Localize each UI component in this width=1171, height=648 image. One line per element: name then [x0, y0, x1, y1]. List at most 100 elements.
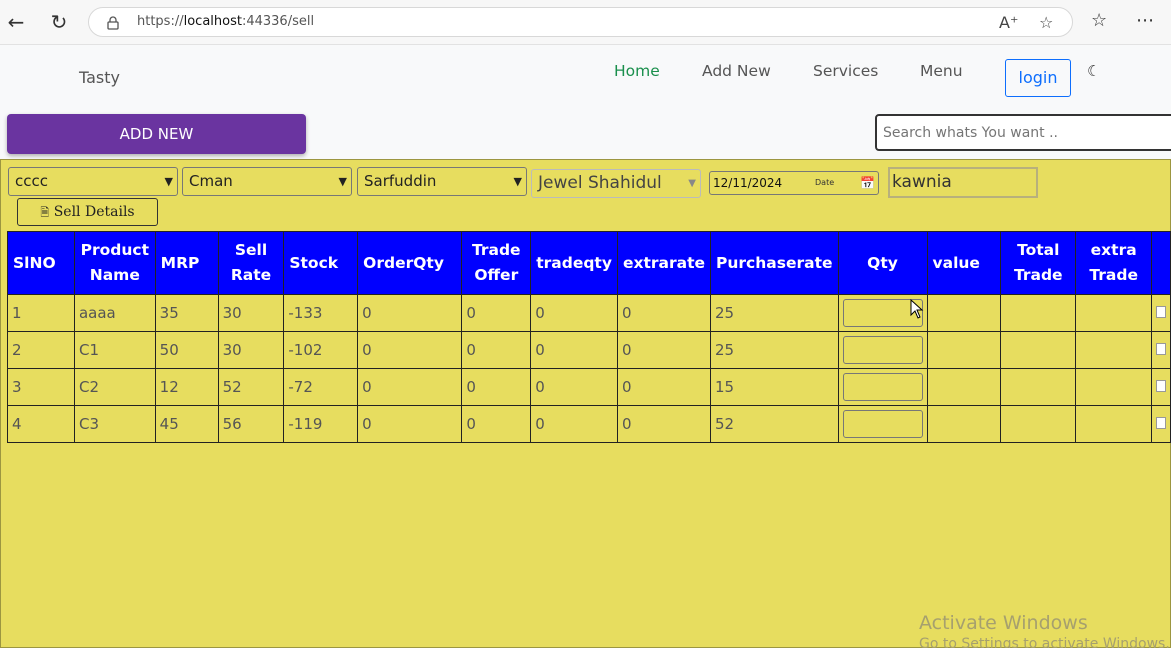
more-menu-icon[interactable]: ⋯	[1136, 10, 1154, 31]
login-button[interactable]: login	[1005, 59, 1071, 97]
cell: 0	[357, 331, 463, 369]
select-salesman[interactable]: Jewel Shahidul ▼	[531, 169, 701, 198]
select-customer[interactable]: Cman ▼	[182, 167, 352, 196]
total-trade-cell	[1000, 405, 1077, 443]
qty-input[interactable]	[842, 336, 923, 364]
cell: 0	[530, 405, 618, 443]
cell: 0	[530, 294, 618, 332]
chevron-down-icon: ▼	[164, 175, 173, 188]
cell: -133	[283, 294, 359, 332]
date-input[interactable]: 12/11/2024 Date 📅	[709, 171, 879, 195]
cell: -119	[283, 405, 359, 443]
product-table: SlNO Product Name MRP Sell Rate Stock Or…	[7, 231, 1171, 443]
col-header: Total Trade	[1000, 231, 1077, 295]
favorites-icon[interactable]: ☆	[1091, 10, 1107, 31]
moon-icon[interactable]: ☾	[1087, 62, 1100, 80]
cell: C3	[73, 405, 156, 443]
cell: 52	[217, 368, 285, 406]
col-header: Stock	[283, 231, 359, 295]
cell: 0	[357, 294, 463, 332]
chevron-down-icon: ▼	[338, 175, 347, 188]
col-header: SlNO	[7, 231, 75, 295]
select-cell	[1150, 294, 1171, 332]
date-label: Date	[815, 178, 835, 187]
table-row: 2 C1 50 30 -102 0 0 0 0 25	[7, 331, 1171, 369]
cell: 52	[710, 405, 839, 443]
table-row: 3 C2 12 52 -72 0 0 0 0 15	[7, 368, 1171, 406]
qty-cell	[837, 331, 928, 369]
table-header-row: SlNO Product Name MRP Sell Rate Stock Or…	[7, 231, 1171, 295]
table-row: 1 aaaa 35 30 -133 0 0 0 0 25	[7, 294, 1171, 332]
search-input[interactable]	[875, 114, 1171, 151]
select-seller[interactable]: Sarfuddin ▼	[357, 167, 527, 196]
cell: C1	[73, 331, 156, 369]
col-header: Product Name	[73, 231, 156, 295]
cell: 0	[461, 331, 532, 369]
qty-cell	[837, 368, 928, 406]
refresh-icon[interactable]: ↻	[47, 10, 71, 34]
nav-menu[interactable]: Menu	[920, 62, 963, 80]
cell: 0	[616, 331, 712, 369]
cell: 56	[217, 405, 285, 443]
sell-details-button[interactable]: 🗎 Sell Details	[17, 198, 158, 226]
favorite-star-icon[interactable]: ☆	[1039, 13, 1053, 32]
qty-input[interactable]	[842, 373, 923, 401]
total-trade-cell	[1000, 368, 1077, 406]
select-customer-value: Cman	[189, 172, 233, 190]
select-category-value: cccc	[15, 172, 48, 190]
col-header: extrarate	[616, 231, 712, 295]
cell: 50	[154, 331, 219, 369]
select-seller-value: Sarfuddin	[364, 172, 437, 190]
row-checkbox[interactable]	[1155, 380, 1166, 392]
add-new-button[interactable]: ADD NEW	[7, 114, 306, 154]
read-aloud-icon[interactable]: A⁺	[999, 13, 1018, 32]
lock-icon	[107, 15, 119, 34]
row-checkbox[interactable]	[1155, 306, 1166, 318]
cell: 15	[710, 368, 839, 406]
value-cell	[926, 405, 1002, 443]
cell: 0	[357, 368, 463, 406]
qty-cell	[837, 405, 928, 443]
cell: 35	[154, 294, 219, 332]
nav-services[interactable]: Services	[813, 62, 878, 80]
row-checkbox[interactable]	[1155, 343, 1166, 355]
total-trade-cell	[1000, 294, 1077, 332]
cell: 0	[530, 368, 618, 406]
row-checkbox[interactable]	[1155, 417, 1166, 429]
browser-toolbar: ← ↻ https://localhost:44336/sell A⁺ ☆ ☆ …	[0, 0, 1171, 45]
col-header: MRP	[154, 231, 219, 295]
document-icon: 🗎	[40, 206, 50, 219]
location-input[interactable]: kawnia	[888, 167, 1038, 198]
cell: -72	[283, 368, 359, 406]
cell: 3	[7, 368, 75, 406]
cell: 12	[154, 368, 219, 406]
cell: 1	[7, 294, 75, 332]
col-header: Sell Rate	[217, 231, 285, 295]
nav-home[interactable]: Home	[614, 62, 660, 80]
cell: 0	[530, 331, 618, 369]
extra-trade-cell	[1075, 331, 1152, 369]
col-header: Trade Offer	[461, 231, 532, 295]
cell: 0	[616, 294, 712, 332]
value-cell	[926, 368, 1002, 406]
col-header: OrderQty	[357, 231, 463, 295]
col-header	[1150, 231, 1171, 295]
select-category[interactable]: cccc ▼	[8, 167, 178, 196]
col-header: value	[926, 231, 1002, 295]
cell: 30	[217, 331, 285, 369]
qty-input[interactable]	[842, 410, 923, 438]
col-header: extra Trade	[1075, 231, 1152, 295]
select-cell	[1150, 405, 1171, 443]
mouse-cursor-icon	[910, 298, 924, 323]
cell: 0	[461, 405, 532, 443]
select-cell	[1150, 368, 1171, 406]
brand-name[interactable]: Tasty	[79, 68, 120, 87]
value-cell	[926, 331, 1002, 369]
cell: 0	[461, 368, 532, 406]
col-header: tradeqty	[530, 231, 618, 295]
back-arrow-icon[interactable]: ←	[4, 10, 28, 34]
address-bar[interactable]: https://localhost:44336/sell A⁺ ☆	[88, 7, 1073, 37]
cell: 30	[217, 294, 285, 332]
calendar-icon[interactable]: 📅	[860, 172, 875, 194]
nav-add-new[interactable]: Add New	[702, 62, 771, 80]
